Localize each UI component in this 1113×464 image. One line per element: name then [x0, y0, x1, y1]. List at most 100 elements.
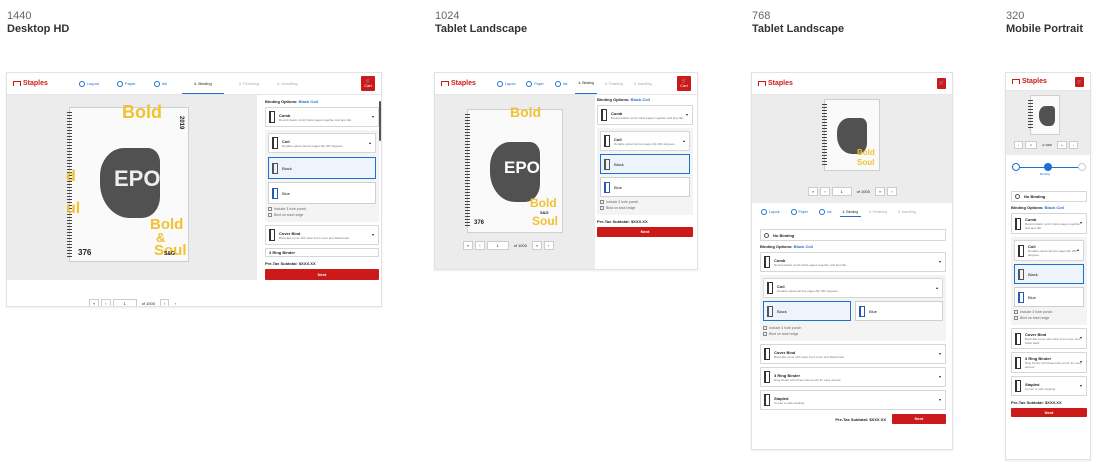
- page-input[interactable]: 1: [486, 241, 509, 250]
- punch-checkbox[interactable]: Include 3 hole punch: [268, 207, 376, 211]
- next-button[interactable]: Next: [597, 227, 693, 237]
- step-binding-icon[interactable]: [1044, 163, 1052, 171]
- color-black[interactable]: Black: [268, 157, 376, 179]
- tab-paper[interactable]: Paper: [788, 207, 811, 217]
- option-ring-binder[interactable]: 3 Ring Binder Ring binder with three-hole…: [760, 367, 946, 387]
- staples-logo[interactable]: Staples: [1012, 78, 1047, 85]
- last-page-button[interactable]: ›: [171, 300, 179, 306]
- scrollbar[interactable]: [379, 101, 381, 141]
- swatch-icon: [1018, 268, 1024, 280]
- tab-finishing[interactable]: 5. Finishing: [602, 73, 626, 94]
- tab-finishing[interactable]: 5. Finishing: [236, 73, 262, 94]
- punch-checkbox[interactable]: Include 3 hole punch: [600, 200, 690, 204]
- next-button[interactable]: Next: [892, 414, 946, 424]
- tab-handling[interactable]: 6. Handling: [895, 207, 919, 217]
- tab-ink[interactable]: Ink: [151, 73, 170, 94]
- option-stapled[interactable]: Stapled Corner or side stapling. ▾: [760, 390, 946, 410]
- tab-layout[interactable]: Layout: [758, 207, 783, 217]
- subtotal-label: Pre-Tax Subtotal:: [265, 261, 298, 266]
- option-stapled[interactable]: Stapled Corner or side stapling. ▾: [1011, 376, 1087, 396]
- option-coil[interactable]: Coil Durable spiral coil lets pages flip …: [1014, 240, 1084, 261]
- color-blue[interactable]: Blue: [1014, 287, 1084, 307]
- last-page-button[interactable]: »: [874, 187, 886, 196]
- option-coil[interactable]: Coil Durable spiral coil lets pages flip …: [600, 131, 690, 151]
- staples-logo[interactable]: Staples: [441, 80, 476, 87]
- next-button[interactable]: Next: [265, 269, 379, 280]
- short-edge-checkbox[interactable]: Bind on short edge: [763, 332, 943, 336]
- staples-logo[interactable]: Staples: [13, 80, 48, 87]
- punch-checkbox[interactable]: Include 3 hole punch: [763, 326, 943, 330]
- prev-page-button[interactable]: ‹: [820, 187, 830, 196]
- option-cover-bind[interactable]: Cover Bind Book-like cover with clear fro…: [760, 344, 946, 364]
- last-page-button[interactable]: »: [531, 241, 543, 250]
- short-edge-checkbox[interactable]: Bind on short edge: [600, 206, 690, 210]
- option-comb[interactable]: Comb Round plastic comb holds pages toget…: [760, 252, 946, 272]
- short-edge-checkbox[interactable]: Bind on short edge: [268, 213, 376, 217]
- tab-ink[interactable]: Ink: [552, 73, 571, 94]
- cover-bind-icon: [764, 348, 770, 360]
- short-edge-checkbox[interactable]: Bind on short edge: [1014, 316, 1084, 320]
- tab-binding[interactable]: 4. Binding: [575, 73, 598, 94]
- prev-page-button[interactable]: ‹: [101, 299, 111, 306]
- option-comb[interactable]: Comb Round plastic comb holds pages toget…: [265, 107, 379, 127]
- tab-ink[interactable]: Ink: [816, 207, 835, 217]
- page-input[interactable]: 1: [831, 187, 852, 196]
- prev-page-button[interactable]: ‹: [475, 241, 485, 250]
- cart-button[interactable]: 🛒 Cart: [677, 76, 691, 91]
- next-page-button[interactable]: ›: [544, 241, 554, 250]
- option-coil[interactable]: Coil Durable spiral coil lets pages flip …: [763, 278, 943, 298]
- option-cover-bind[interactable]: Cover Bind Book-like cover with clear fro…: [1011, 328, 1087, 349]
- staples-logo[interactable]: Staples: [758, 80, 793, 87]
- color-blue[interactable]: Blue: [855, 301, 943, 321]
- option-comb[interactable]: Comb Round plastic comb holds pages toget…: [1011, 213, 1087, 234]
- tab-paper[interactable]: Paper: [114, 73, 139, 94]
- checkbox-label: Bind on short edge: [769, 332, 799, 336]
- tab-finishing[interactable]: 5. Finishing: [866, 207, 890, 217]
- next-button[interactable]: Next: [1011, 408, 1087, 417]
- cart-button[interactable]: 🛒 Cart: [361, 76, 375, 91]
- coil-icon: [604, 135, 610, 147]
- punch-checkbox[interactable]: Include 3 hole punch: [1014, 310, 1084, 314]
- tab-handling[interactable]: 6. Handling: [274, 73, 300, 94]
- tab-layout[interactable]: Layout: [494, 73, 519, 94]
- subtotal-value: $XXX.XX: [1044, 400, 1062, 405]
- first-page-button[interactable]: «: [89, 299, 100, 306]
- tab-label: Ink: [562, 81, 568, 86]
- color-black[interactable]: Black: [600, 154, 690, 174]
- next-page-button[interactable]: ›: [159, 299, 170, 306]
- option-title: 3 Ring Binder: [269, 250, 296, 255]
- first-page-button[interactable]: «: [463, 241, 474, 250]
- page-input[interactable]: 1: [112, 299, 137, 306]
- color-black[interactable]: Black: [1014, 264, 1084, 284]
- chevron-down-icon: ▾: [371, 114, 374, 119]
- tab-binding[interactable]: 4. Binding: [839, 207, 862, 217]
- prev-page-button[interactable]: ‹: [1014, 141, 1023, 149]
- next-page-button[interactable]: ›: [1068, 141, 1078, 149]
- color-blue[interactable]: Blue: [600, 177, 690, 197]
- tab-binding[interactable]: 4. Binding: [181, 73, 224, 94]
- color-blue[interactable]: Blue: [268, 182, 376, 204]
- step-ink-icon[interactable]: [1012, 163, 1020, 171]
- page-input[interactable]: 1: [1025, 141, 1037, 149]
- tab-handling[interactable]: 6. Handling: [631, 73, 655, 94]
- next-page-button[interactable]: ›: [887, 187, 897, 196]
- tab-label: Layout: [504, 81, 516, 86]
- no-binding-radio[interactable]: No Binding: [1011, 191, 1087, 202]
- option-comb[interactable]: Comb Round plastic comb holds pages toget…: [597, 105, 693, 125]
- tab-layout[interactable]: Layout: [76, 73, 102, 94]
- cover-text: ul: [66, 200, 81, 217]
- color-black[interactable]: Black: [763, 301, 851, 321]
- cover-text: d: [66, 168, 76, 185]
- cover-text: Bold: [857, 148, 875, 157]
- option-coil[interactable]: Coil Durable spiral coil lets pages flip …: [268, 133, 376, 153]
- tab-paper[interactable]: Paper: [523, 73, 546, 94]
- step-finishing-icon[interactable]: [1078, 163, 1086, 171]
- option-ring-binder[interactable]: 3 Ring Binder: [265, 248, 379, 257]
- first-page-button[interactable]: «: [808, 187, 819, 196]
- option-ring-binder[interactable]: 3 Ring Binder Ring binder with three-hole…: [1011, 352, 1087, 373]
- last-page-button[interactable]: »: [1057, 141, 1067, 149]
- option-cover-bind[interactable]: Cover Bind Book-like cover with clear fro…: [265, 225, 379, 245]
- no-binding-radio[interactable]: No Binding: [760, 229, 946, 241]
- cart-button[interactable]: 🛒: [937, 78, 946, 89]
- cart-button[interactable]: 🛒: [1075, 77, 1084, 87]
